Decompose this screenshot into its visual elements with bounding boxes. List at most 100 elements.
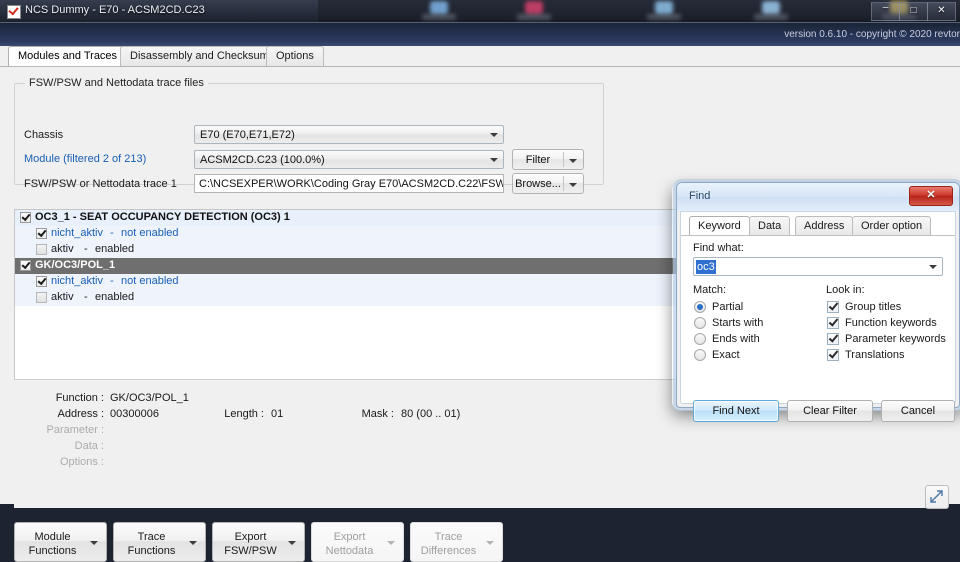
radio-starts-with[interactable] <box>694 317 706 329</box>
button-line-1: Module <box>34 531 71 543</box>
export-fsw-psw-button[interactable]: Export FSW/PSW <box>212 522 305 562</box>
find-tab-data[interactable]: Data <box>749 216 791 235</box>
row-checkbox[interactable] <box>36 244 47 255</box>
button-line-2: Functions <box>28 545 77 557</box>
button-line-2: Differences <box>420 545 477 557</box>
address-value: 00300006 <box>110 408 159 420</box>
row-checkbox[interactable] <box>36 228 47 239</box>
list-row-description: enabled <box>95 243 135 255</box>
browse-button-label: Browse... <box>515 178 561 190</box>
radio-ends-with[interactable] <box>694 333 706 345</box>
button-line-2: Functions <box>127 545 176 557</box>
module-combobox[interactable]: ACSM2CD.C23 (100.0%) <box>194 150 504 169</box>
function-value: GK/OC3/POL_1 <box>110 392 189 404</box>
list-row-description: not enabled <box>121 227 179 239</box>
browse-split-button[interactable]: Browse... <box>512 173 584 194</box>
resize-diagonal-arrow-icon <box>930 490 943 503</box>
chassis-label: Chassis <box>24 129 64 141</box>
module-functions-button[interactable]: Module Functions <box>14 522 107 562</box>
address-label: Address : <box>57 408 104 420</box>
list-row-separator: - <box>84 291 88 303</box>
length-label: Length : <box>224 408 264 420</box>
list-row-separator: - <box>110 275 114 287</box>
bottom-toolbar: Module Functions Trace Functions Export … <box>14 522 534 562</box>
row-checkbox[interactable] <box>20 212 31 223</box>
chevron-down-icon[interactable] <box>569 159 577 163</box>
chevron-down-icon[interactable] <box>189 541 197 545</box>
lookin-group-label: Look in: <box>826 284 865 296</box>
list-row-label: OC3_1 - SEAT OCCUPANCY DETECTION (OC3) 1 <box>35 211 290 223</box>
maximize-button[interactable]: □ <box>899 2 928 21</box>
row-checkbox[interactable] <box>20 260 31 271</box>
clear-filter-button[interactable]: Clear Filter <box>787 400 873 422</box>
list-row-description: not enabled <box>121 275 179 287</box>
checkbox-function-keywords-label: Function keywords <box>845 317 937 329</box>
match-group-label: Match: <box>693 284 727 296</box>
close-button[interactable]: ✕ <box>927 2 956 21</box>
mask-label: Mask : <box>361 408 394 420</box>
main-tabstrip: Modules and Traces Disassembly and Check… <box>0 46 960 67</box>
trace-functions-button[interactable]: Trace Functions <box>113 522 206 562</box>
resize-window-button[interactable] <box>925 485 949 509</box>
mask-value: 80 (00 .. 01) <box>401 408 461 420</box>
button-line-2: FSW/PSW <box>224 545 277 557</box>
find-dialog: Find ✕ Keyword Data Address Order option… <box>676 182 960 422</box>
minimize-icon: – <box>882 2 889 13</box>
find-tab-order-option[interactable]: Order option <box>852 216 932 235</box>
button-line-1: Trace <box>137 531 166 543</box>
chassis-combobox[interactable]: E70 (E70,E71,E72) <box>194 125 504 144</box>
checkbox-translations[interactable] <box>827 349 839 361</box>
trace-differences-button: Trace Differences <box>410 522 503 562</box>
app-banner: version 0.6.10 - copyright © 2020 revtor <box>0 23 960 47</box>
chevron-down-icon <box>490 133 498 137</box>
list-row-separator: - <box>84 243 88 255</box>
list-row-keyword: aktiv <box>51 243 74 255</box>
radio-ends-with-label: Ends with <box>712 333 760 345</box>
list-row-label: GK/OC3/POL_1 <box>35 259 116 271</box>
radio-partial[interactable] <box>694 301 706 313</box>
tab-options[interactable]: Options <box>266 46 324 67</box>
button-line-1: Export <box>234 531 267 543</box>
checkbox-group-titles-label: Group titles <box>845 301 902 313</box>
tab-disassembly-and-checksums[interactable]: Disassembly and Checksums <box>120 46 285 67</box>
tab-modules-and-traces[interactable]: Modules and Traces <box>8 46 128 67</box>
chassis-value: E70 (E70,E71,E72) <box>200 129 295 141</box>
divider <box>563 176 564 191</box>
find-what-combobox[interactable]: oc3 <box>693 257 943 276</box>
filter-split-button[interactable]: Filter <box>512 149 584 170</box>
find-dialog-close-button[interactable]: ✕ <box>909 186 953 206</box>
checkbox-group-titles[interactable] <box>827 301 839 313</box>
export-nettodata-button: Export Nettodata <box>311 522 404 562</box>
find-next-button[interactable]: Find Next <box>693 400 779 422</box>
checkbox-function-keywords[interactable] <box>827 317 839 329</box>
find-tab-keyword[interactable]: Keyword <box>689 216 750 235</box>
data-label: Data : <box>74 440 104 452</box>
chevron-down-icon[interactable] <box>929 265 937 269</box>
row-checkbox[interactable] <box>36 292 47 303</box>
button-line-1: Trace <box>434 531 463 543</box>
checkbox-translations-label: Translations <box>845 349 905 361</box>
minimize-button[interactable]: – <box>871 2 900 21</box>
radio-exact[interactable] <box>694 349 706 361</box>
row-checkbox[interactable] <box>36 276 47 287</box>
chevron-down-icon[interactable] <box>288 541 296 545</box>
chevron-down-icon[interactable] <box>90 541 98 545</box>
find-dialog-title: Find <box>689 190 711 202</box>
window-titlebar: NCS Dummy - E70 - ACSM2CD.C23 – □ ✕ <box>0 0 960 22</box>
list-row-description: enabled <box>95 291 135 303</box>
find-tab-address[interactable]: Address <box>795 216 854 235</box>
app-icon <box>7 5 21 19</box>
chevron-down-icon[interactable] <box>569 183 577 187</box>
groupbox-title: FSW/PSW and Nettodata trace files <box>25 77 208 89</box>
button-line-2: Nettodata <box>325 545 374 557</box>
radio-partial-label: Partial <box>712 301 744 313</box>
module-label[interactable]: Module (filtered 2 of 213) <box>24 153 146 165</box>
radio-exact-label: Exact <box>712 349 740 361</box>
checkbox-parameter-keywords[interactable] <box>827 333 839 345</box>
chevron-down-icon <box>387 541 395 545</box>
version-copyright-text: version 0.6.10 - copyright © 2020 revtor <box>784 29 960 40</box>
trace-file-input[interactable]: C:\NCSEXPER\WORK\Coding Gray E70\ACSM2CD… <box>194 174 504 193</box>
checkbox-parameter-keywords-label: Parameter keywords <box>845 333 946 345</box>
button-line-1: Export <box>333 531 366 543</box>
cancel-button[interactable]: Cancel <box>881 400 955 422</box>
